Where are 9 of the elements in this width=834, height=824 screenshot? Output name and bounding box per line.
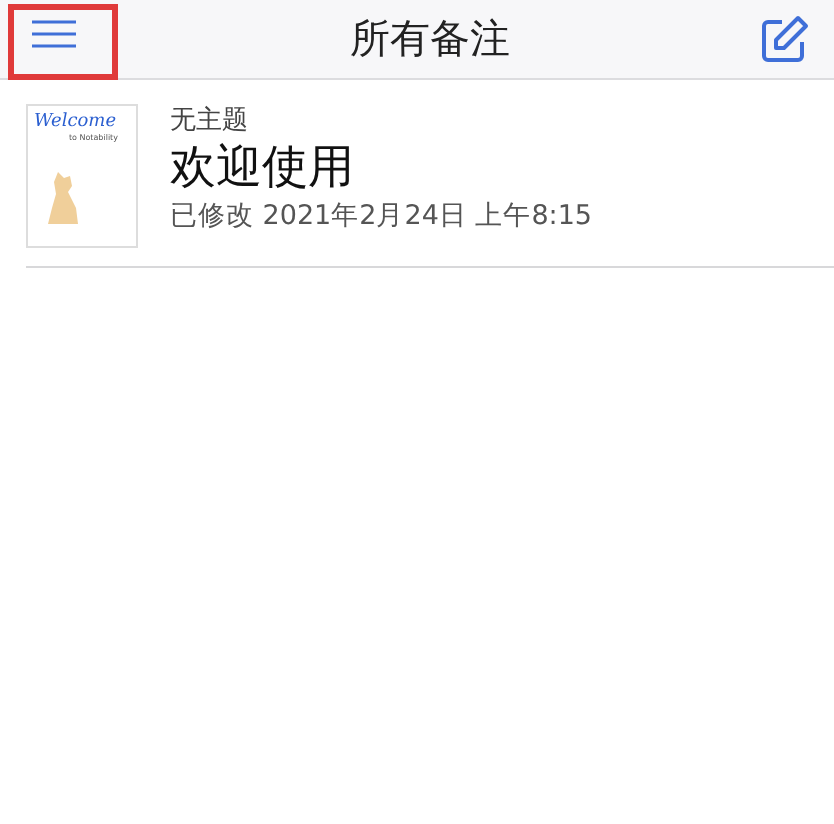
thumbnail-heading: Welcome — [34, 112, 119, 132]
menu-button[interactable] — [8, 3, 118, 79]
note-subject: 无主题 — [170, 104, 250, 140]
compose-icon — [758, 13, 810, 65]
note-title: 欢迎使用 — [170, 140, 356, 196]
dog-drawing — [42, 168, 82, 228]
note-modified-date: 已修改 2021年2月24日 上午8:15 — [170, 198, 593, 236]
page-title: 所有备注 — [350, 12, 510, 66]
menu-icon — [30, 19, 78, 47]
